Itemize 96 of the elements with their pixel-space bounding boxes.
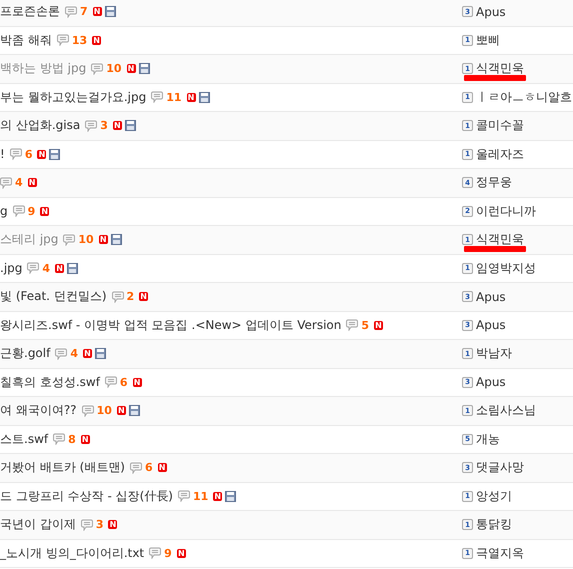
new-badge: N — [116, 406, 126, 416]
new-badge: N — [112, 121, 122, 130]
comment-count: 3 — [100, 119, 108, 132]
comment-icon — [53, 433, 66, 446]
comment-count: 7 — [80, 5, 88, 18]
comment-icon — [65, 6, 77, 18]
author-name[interactable]: 콜미수꼴 — [476, 117, 524, 134]
author-name[interactable]: 식객민욱 — [476, 231, 524, 248]
new-badge: N — [139, 292, 148, 302]
new-badge: N — [132, 378, 142, 387]
comment-icon — [12, 205, 25, 218]
new-badge: N — [176, 548, 186, 558]
post-title-link[interactable]: 근황.golf — [0, 345, 50, 362]
post-title-link[interactable]: 스트.swf — [0, 430, 48, 448]
comment-icon — [112, 290, 124, 303]
new-badge: N — [158, 463, 167, 472]
author-name[interactable]: 소림사스님 — [476, 402, 536, 420]
comment-count: 6 — [24, 148, 32, 161]
new-badge: N — [108, 520, 118, 530]
comment-icon — [104, 376, 117, 388]
author-name[interactable]: 울레자즈 — [476, 146, 524, 163]
comment-count: 10 — [106, 62, 122, 76]
new-badge: N — [37, 150, 46, 159]
author-name[interactable]: Apus — [476, 4, 506, 19]
post-title-link[interactable]: 국년이 갑이제 — [0, 516, 76, 534]
post-title-link[interactable]: 박좀 해줘 — [0, 32, 52, 49]
comment-icon — [56, 34, 69, 46]
new-badge: N — [92, 7, 102, 16]
new-badge: N — [55, 264, 64, 273]
post-title-link[interactable]: 여 왜국이여?? — [0, 402, 77, 420]
comment-icon — [63, 234, 76, 246]
author-name[interactable]: 통닭킹 — [476, 516, 512, 534]
new-badge: N — [213, 492, 222, 501]
comment-icon — [10, 148, 22, 160]
comment-icon — [151, 91, 164, 104]
comment-icon — [82, 404, 94, 417]
author-name[interactable]: 임영박지성 — [476, 260, 536, 277]
new-badge: N — [126, 64, 136, 74]
author-name[interactable]: 개농 — [476, 430, 500, 448]
post-title-link[interactable]: g — [0, 204, 8, 218]
comment-count: 10 — [78, 233, 94, 246]
comment-count: 6 — [120, 376, 128, 389]
comment-count: 11 — [192, 490, 208, 503]
author-name[interactable]: 박남자 — [476, 345, 512, 362]
comment-count: 3 — [96, 518, 104, 532]
new-badge: N — [92, 36, 102, 45]
post-title-link[interactable]: 프로즌손론 — [0, 3, 60, 20]
comment-count: 11 — [166, 90, 182, 104]
comment-icon — [130, 462, 142, 474]
post-title-link[interactable]: 빛 (Feat. 던컨밀스) — [0, 288, 106, 306]
comment-count: 13 — [72, 34, 88, 47]
new-badge: N — [80, 434, 90, 444]
comment-count: 10 — [96, 404, 112, 418]
comment-count: 8 — [68, 432, 76, 446]
comment-icon — [80, 518, 93, 531]
new-badge: N — [374, 320, 384, 330]
post-title-link[interactable]: 칠흑의 호성성.swf — [0, 374, 100, 391]
author-name[interactable]: Apus — [476, 375, 506, 390]
author-name[interactable]: 앙성기 — [476, 488, 512, 505]
post-title-link[interactable]: 왕시리즈.swf - 이명박 업적 모음집 .<New> 업데이트 Version — [0, 316, 342, 334]
author-name[interactable]: 정무웅 — [476, 174, 512, 192]
comment-icon — [346, 319, 358, 332]
comment-count: 9 — [28, 204, 36, 218]
comment-count: 4 — [42, 262, 50, 275]
comment-icon — [91, 62, 104, 75]
new-badge: N — [28, 178, 37, 188]
comment-count: 9 — [164, 546, 172, 560]
post-title-link[interactable]: 드 그랑프리 수상작 - 십장(什長) — [0, 488, 173, 505]
post-title-link[interactable]: _노시개 빙의_다이어리.txt — [0, 544, 144, 562]
author-name[interactable]: Apus — [476, 318, 506, 332]
new-badge: N — [40, 206, 50, 216]
comment-icon — [178, 490, 190, 502]
comment-icon — [85, 120, 98, 132]
new-badge: N — [83, 349, 92, 358]
comment-count: 2 — [126, 290, 134, 304]
post-title-link[interactable]: 부는 뭘하고있는걸가요.jpg — [0, 88, 146, 106]
comment-count: 4 — [70, 347, 78, 360]
author-name[interactable]: 극열지옥 — [476, 544, 524, 562]
new-badge: N — [186, 92, 196, 102]
author-name[interactable]: 댓글사망 — [476, 459, 524, 476]
author-name[interactable]: 뽀삐 — [476, 32, 500, 49]
comment-icon — [27, 262, 40, 274]
author-name[interactable]: Apus — [476, 290, 506, 304]
post-title-link[interactable]: ! — [0, 147, 5, 162]
comment-icon — [55, 348, 68, 360]
comment-count: 4 — [15, 176, 23, 190]
post-title-link[interactable]: .jpg — [0, 261, 22, 276]
post-title-link[interactable]: 거봤어 배트카 (배트맨) — [0, 459, 125, 476]
author-name[interactable]: ㅣㄹ아ㅡㅎ니알흐 — [476, 88, 572, 106]
comment-count: 6 — [145, 461, 153, 474]
post-title-link[interactable]: 의 산업화.gisa — [0, 117, 80, 134]
comment-icon — [149, 547, 162, 560]
author-name[interactable]: 이런다니까 — [476, 202, 536, 220]
new-badge: N — [98, 235, 108, 244]
author-name[interactable]: 식객민욱 — [476, 60, 524, 78]
comment-count: 5 — [361, 318, 370, 332]
